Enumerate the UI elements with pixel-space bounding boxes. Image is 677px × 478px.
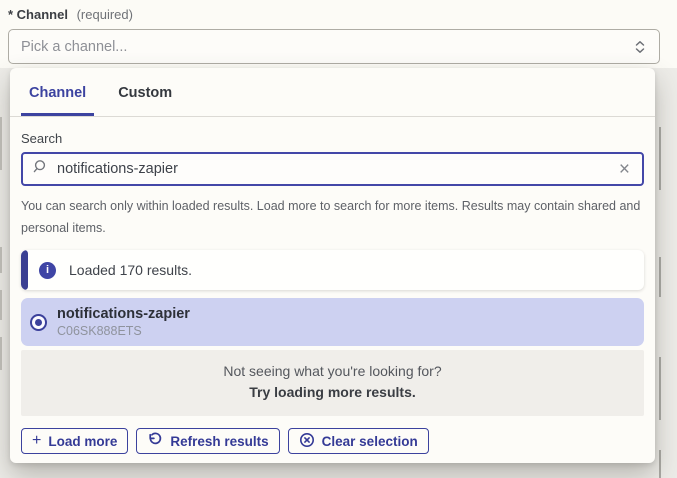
background-form-edge [659,357,661,420]
clear-selection-label: Clear selection [322,434,418,449]
background-form-edge [659,127,661,190]
background-form-edge [0,117,2,170]
load-more-label: Load more [48,434,117,449]
info-icon: i [39,262,56,279]
background-form-edge [0,337,2,370]
option-text: notifications-zapier C06SK888ETS [57,306,190,338]
refresh-results-button[interactable]: Refresh results [136,428,279,454]
refresh-results-label: Refresh results [170,434,268,449]
chevron-up-down-icon [633,39,647,55]
background-form-edge [0,247,2,273]
hint-suggestion: Try loading more results. [21,382,644,403]
channel-option-selected[interactable]: notifications-zapier C06SK888ETS [21,298,644,346]
loaded-results-banner: i Loaded 170 results. [21,250,644,290]
radio-selected-icon[interactable] [30,314,47,331]
dropdown-tabs: Channel Custom [10,68,655,117]
background-form-edge [659,450,661,478]
search-box: × [21,152,644,186]
channel-select[interactable]: Pick a channel... [8,29,660,64]
search-input[interactable] [57,161,617,177]
refresh-icon [147,432,163,451]
dropdown-footer: + Load more Refresh results Clear select… [21,428,644,454]
plus-icon: + [32,433,41,449]
dropdown-content: Search × You can search only within load… [10,131,655,454]
search-icon [33,159,48,179]
channel-field: * Channel (required) Pick a channel... [8,7,660,64]
channel-dropdown-panel: Channel Custom Search × You can search o… [10,68,655,463]
channel-field-label: * Channel [8,7,68,22]
tab-custom[interactable]: Custom [110,68,180,116]
clear-search-icon[interactable]: × [617,160,632,179]
clear-selection-button[interactable]: Clear selection [288,428,429,454]
search-help-text: You can search only within loaded result… [21,195,644,239]
channel-select-placeholder: Pick a channel... [21,39,127,55]
x-circle-icon [299,432,315,451]
channel-field-label-row: * Channel (required) [8,7,660,22]
background-form-edge [0,290,2,320]
tab-channel[interactable]: Channel [21,68,94,116]
option-id: C06SK888ETS [57,324,190,338]
banner-accent-bar [21,250,28,290]
loaded-results-text: Loaded 170 results. [69,262,192,278]
option-name: notifications-zapier [57,306,190,322]
hint-question: Not seeing what you're looking for? [21,361,644,382]
not-seeing-hint: Not seeing what you're looking for? Try … [21,350,644,416]
search-label: Search [21,131,644,146]
load-more-button[interactable]: + Load more [21,428,128,454]
channel-field-required-note: (required) [77,7,133,22]
background-form-edge [659,257,661,297]
